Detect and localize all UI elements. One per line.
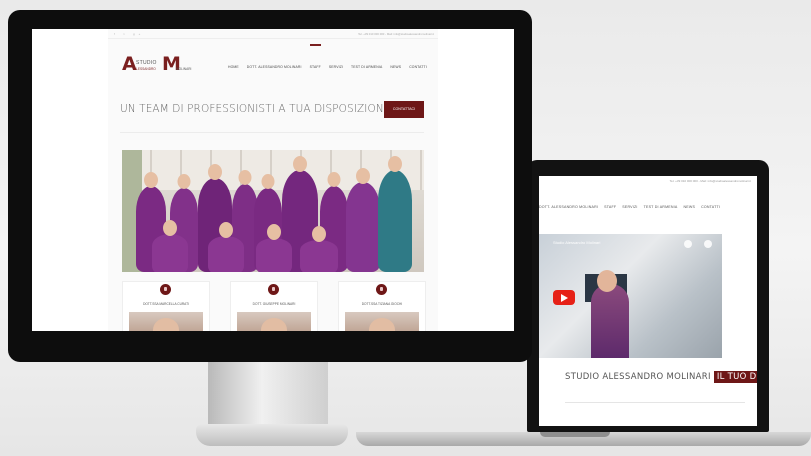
team-member <box>208 222 244 272</box>
site-nav: HOME DOTT. ALESSANDRO MOLINARI STAFF SER… <box>228 44 427 69</box>
logo-studio: STUDIO <box>136 60 157 66</box>
team-member <box>300 226 338 272</box>
laptop-nav-item-staff[interactable]: STAFF <box>604 205 616 209</box>
nav-item-staff[interactable]: STAFF <box>309 44 322 69</box>
youtube-play-icon[interactable] <box>553 290 575 305</box>
team-photo <box>122 150 424 272</box>
team-card-name: DOTT.SSA MARCELLA CURATI <box>143 302 189 306</box>
section-divider <box>120 132 424 133</box>
team-member <box>256 224 292 272</box>
dentist-head-image <box>597 270 617 292</box>
team-card-name: DOTT.SSA TIZIANA GIOCHI <box>361 302 403 306</box>
logo-letter-m: M <box>162 53 181 75</box>
nav-item-servizi[interactable]: SERVIZI <box>329 65 343 69</box>
page-headline: UN TEAM DI PROFESSIONISTI A TUA DISPOSIZ… <box>120 103 391 115</box>
team-card-name: DOTT. GIUSEPPE MOLINARI <box>252 302 296 306</box>
dentist-image <box>591 284 629 358</box>
twitter-icon[interactable]: t <box>124 32 129 36</box>
laptop-nav-item-servizi[interactable]: SERVIZI <box>622 205 637 209</box>
monitor-stand-foot <box>196 424 348 446</box>
laptop-notch <box>540 432 610 437</box>
tooth-icon <box>376 284 387 295</box>
video-title: Studio Alessandro Molinari <box>553 240 601 245</box>
laptop-nav-item-test[interactable]: TEST DI ARMENIA <box>644 205 678 209</box>
nav-item-news[interactable]: NEWS <box>390 65 401 69</box>
facebook-icon[interactable]: f <box>114 32 119 36</box>
tooth-icon <box>268 284 279 295</box>
laptop-contact-text: Tel. +39 010 000 000 - Mail: info@studio… <box>669 179 751 183</box>
laptop-nav-item-news[interactable]: NEWS <box>683 205 695 209</box>
monitor-stand-neck <box>208 362 328 424</box>
laptop-nav: DOTT. ALESSANDRO MOLINARI STAFF SERVIZI … <box>539 187 757 227</box>
team-member <box>378 156 412 272</box>
team-card-photo <box>237 312 311 331</box>
monitor-screen: f t g+ Tel. +39 010 000 000 - Mail: info… <box>32 29 514 331</box>
laptop-tagline: STUDIO ALESSANDRO MOLINARI IL TUO DENTIS… <box>539 371 757 383</box>
laptop-video-player[interactable]: Studio Alessandro Molinari <box>539 234 722 358</box>
team-member <box>346 168 380 272</box>
share-icon[interactable] <box>704 240 712 248</box>
contact-cta-button[interactable]: CONTATTACI <box>384 101 424 118</box>
google-plus-icon[interactable]: g+ <box>133 32 144 36</box>
laptop-screen: Tel. +39 010 000 000 - Mail: info@studio… <box>539 176 757 426</box>
team-card[interactable]: DOTT.SSA TIZIANA GIOCHI <box>338 281 426 331</box>
laptop-nav-item-dott[interactable]: DOTT. ALESSANDRO MOLINARI <box>539 205 598 209</box>
site-logo[interactable]: A STUDIO M ALESSANDRO MOLINARI <box>122 55 194 75</box>
team-card[interactable]: DOTT. GIUSEPPE MOLINARI <box>230 281 318 331</box>
nav-item-test[interactable]: TEST DI ARMENIA <box>351 65 382 69</box>
laptop-divider <box>565 402 745 403</box>
tooth-icon <box>160 284 171 295</box>
logo-letter-a: A <box>122 53 137 75</box>
laptop-nav-item-contatti[interactable]: CONTATTI <box>701 205 720 209</box>
nav-item-contatti[interactable]: CONTATTI <box>409 65 427 69</box>
nav-item-home[interactable]: HOME <box>228 65 239 69</box>
team-card-photo <box>345 312 419 331</box>
nav-item-dott[interactable]: DOTT. ALESSANDRO MOLINARI <box>247 65 302 69</box>
social-links: f t g+ <box>114 32 144 36</box>
site-topbar: f t g+ Tel. +39 010 000 000 - Mail: info… <box>108 29 438 39</box>
team-card-photo <box>129 312 203 331</box>
tagline-highlight: IL TUO DENTISTA A GENOVA <box>713 371 757 383</box>
logo-first-name: ALESSANDRO <box>134 67 156 71</box>
team-member <box>152 220 188 272</box>
tagline-main: STUDIO ALESSANDRO MOLINARI <box>565 372 711 382</box>
website: f t g+ Tel. +39 010 000 000 - Mail: info… <box>108 29 438 331</box>
video-actions <box>684 240 712 248</box>
site-contact-text: Tel. +39 010 000 000 - Mail: info@studio… <box>358 32 434 36</box>
team-cards: DOTT.SSA MARCELLA CURATI DOTT. GIUSEPPE … <box>122 281 426 331</box>
watch-later-icon[interactable] <box>684 240 692 248</box>
team-card[interactable]: DOTT.SSA MARCELLA CURATI <box>122 281 210 331</box>
logo-last-name: MOLINARI <box>176 67 192 71</box>
